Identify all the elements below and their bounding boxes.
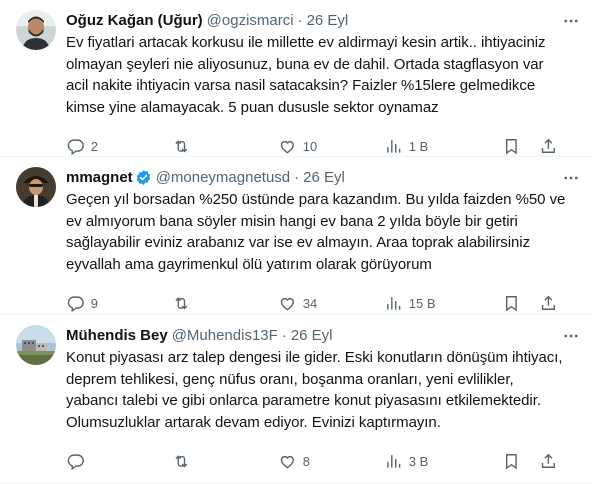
retweet-icon bbox=[175, 296, 188, 310]
reply-count: 2 bbox=[90, 138, 98, 154]
like-icon bbox=[280, 455, 294, 469]
views-count: 1 B bbox=[408, 138, 429, 154]
tweet-actions: 8 3 B bbox=[66, 441, 580, 481]
display-name[interactable]: Oğuz Kağan (Uğur) bbox=[66, 12, 203, 29]
tweet-text: Geçen yıl borsadan %250 üstünde para kaz… bbox=[66, 191, 566, 273]
separator-dot: · bbox=[294, 168, 300, 186]
reply-button[interactable]: 9 bbox=[66, 294, 172, 313]
views-count: 3 B bbox=[408, 453, 429, 469]
user-handle[interactable]: @moneymagnetusd bbox=[156, 169, 290, 186]
views-button[interactable]: 1 B bbox=[384, 137, 494, 156]
more-options-button[interactable] bbox=[562, 327, 580, 345]
timeline-feed: Oğuz Kağan (Uğur) @ogzismarci · 26 Eyl E… bbox=[0, 0, 592, 484]
reply-count: 9 bbox=[90, 295, 98, 311]
user-handle[interactable]: @ogzismarci bbox=[207, 12, 294, 29]
tweet-text: Ev fiyatlari artacak korkusu ile millett… bbox=[66, 34, 546, 116]
timestamp[interactable]: 26 Eyl bbox=[303, 169, 345, 186]
more-icon bbox=[564, 19, 578, 23]
avatar[interactable] bbox=[16, 167, 56, 207]
bookmark-icon bbox=[505, 453, 517, 469]
more-options-button[interactable] bbox=[562, 169, 580, 187]
retweet-button[interactable] bbox=[172, 452, 278, 471]
timestamp[interactable]: 26 Eyl bbox=[307, 12, 349, 29]
like-count: 8 bbox=[302, 453, 310, 469]
tweet[interactable]: Oğuz Kağan (Uğur) @ogzismarci · 26 Eyl E… bbox=[0, 0, 592, 157]
like-button[interactable]: 10 bbox=[278, 137, 384, 156]
like-count: 34 bbox=[302, 295, 318, 311]
reply-button[interactable] bbox=[66, 452, 172, 471]
display-name[interactable]: Mühendis Bey bbox=[66, 327, 168, 344]
like-icon bbox=[280, 297, 294, 311]
avatar[interactable] bbox=[16, 325, 56, 365]
retweet-icon bbox=[175, 139, 188, 153]
timestamp[interactable]: 26 Eyl bbox=[291, 327, 333, 344]
tweet-header: mmagnet @moneymagnetusd · 26 Eyl bbox=[66, 167, 580, 187]
retweet-icon bbox=[175, 454, 188, 468]
reply-icon bbox=[67, 454, 84, 470]
reply-icon bbox=[67, 139, 84, 155]
share-icon bbox=[541, 138, 555, 153]
avatar[interactable] bbox=[16, 10, 56, 50]
tweet-header: Mühendis Bey @Muhendis13F · 26 Eyl bbox=[66, 325, 580, 345]
views-icon bbox=[387, 296, 401, 310]
tweet[interactable]: Mühendis Bey @Muhendis13F · 26 Eyl Konut… bbox=[0, 315, 592, 484]
reply-icon bbox=[67, 296, 84, 312]
share-button[interactable] bbox=[539, 137, 558, 156]
views-icon bbox=[387, 139, 401, 153]
display-name[interactable]: mmagnet bbox=[66, 169, 133, 186]
retweet-button[interactable] bbox=[172, 294, 278, 313]
tweet-header: Oğuz Kağan (Uğur) @ogzismarci · 26 Eyl bbox=[66, 10, 580, 30]
more-icon bbox=[564, 176, 578, 180]
share-icon bbox=[541, 295, 555, 310]
views-icon bbox=[387, 454, 401, 468]
verified-icon bbox=[136, 169, 150, 185]
bookmark-icon bbox=[505, 295, 517, 311]
reply-button[interactable]: 2 bbox=[66, 137, 172, 156]
bookmark-button[interactable] bbox=[502, 452, 521, 471]
share-button[interactable] bbox=[539, 452, 558, 471]
bookmark-icon bbox=[505, 138, 517, 154]
like-icon bbox=[280, 140, 294, 154]
bookmark-button[interactable] bbox=[502, 294, 521, 313]
more-icon bbox=[564, 334, 578, 338]
more-options-button[interactable] bbox=[562, 12, 580, 30]
separator-dot: · bbox=[281, 326, 287, 344]
views-count: 15 B bbox=[408, 295, 436, 311]
tweet[interactable]: mmagnet @moneymagnetusd · 26 Eyl Geçen y… bbox=[0, 157, 592, 315]
views-button[interactable]: 3 B bbox=[384, 452, 494, 471]
like-button[interactable]: 8 bbox=[278, 452, 384, 471]
share-button[interactable] bbox=[539, 294, 558, 313]
like-button[interactable]: 34 bbox=[278, 294, 384, 313]
share-icon bbox=[541, 453, 555, 468]
views-button[interactable]: 15 B bbox=[384, 294, 494, 313]
bookmark-button[interactable] bbox=[502, 137, 521, 156]
user-handle[interactable]: @Muhendis13F bbox=[172, 327, 278, 344]
like-count: 10 bbox=[302, 138, 318, 154]
separator-dot: · bbox=[297, 11, 303, 29]
retweet-button[interactable] bbox=[172, 137, 278, 156]
tweet-text: Konut piyasası arz talep dengesi ile gid… bbox=[66, 349, 563, 431]
